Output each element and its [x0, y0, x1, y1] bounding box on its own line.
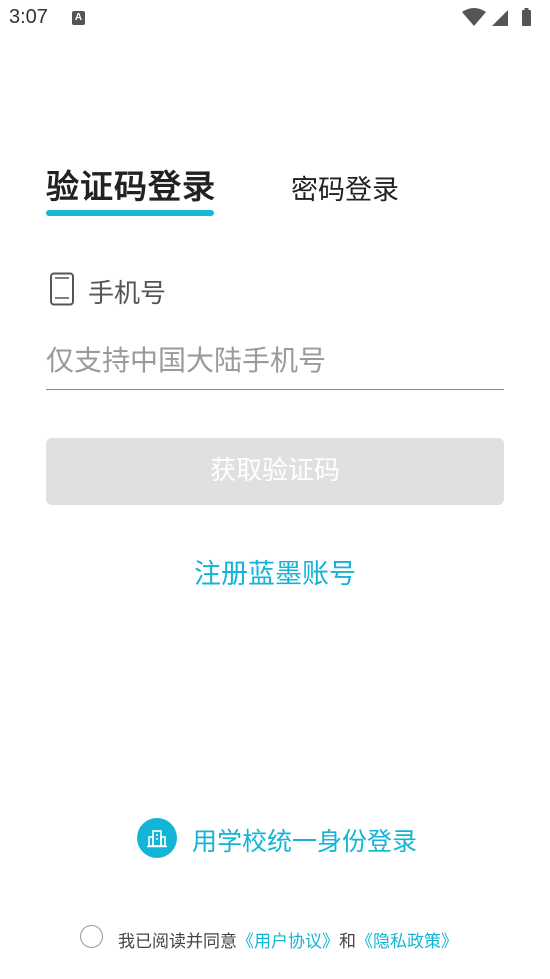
tab-password-login[interactable]: 密码登录: [291, 168, 399, 207]
system-status-icons: [462, 8, 542, 28]
status-time: 3:07: [9, 6, 48, 28]
privacy-policy-link[interactable]: 《隐私政策》: [356, 932, 458, 952]
agreement-text: 我已阅读并同意《用户协议》和《隐私政策》: [118, 927, 458, 952]
tab-sms-login[interactable]: 验证码登录: [46, 160, 216, 208]
status-bar: 3:07 A: [0, 0, 550, 38]
phone-label: 手机号: [88, 279, 167, 309]
login-screen: 3:07 A 验证码登录 密码登录 手机号 仅支持中国大陆手机号 获取验证码 注…: [0, 0, 550, 979]
school-building-icon: [137, 818, 177, 858]
agreement-checkbox[interactable]: [80, 925, 103, 948]
mobile-phone-icon: [48, 272, 76, 306]
active-tab-indicator: [46, 210, 214, 216]
school-login-label: 用学校统一身份登录: [192, 827, 418, 856]
agreement-prefix: 我已阅读并同意: [118, 932, 237, 952]
signal-icon: [492, 10, 508, 26]
user-agreement-link[interactable]: 《用户协议》: [237, 932, 339, 952]
notification-a-icon: A: [72, 11, 85, 25]
register-link[interactable]: 注册蓝墨账号: [0, 552, 550, 591]
get-code-button[interactable]: 获取验证码: [46, 438, 504, 505]
phone-input[interactable]: [46, 332, 504, 390]
battery-icon: [522, 8, 531, 26]
agreement-and: 和: [339, 932, 356, 952]
wifi-icon: [462, 8, 486, 26]
